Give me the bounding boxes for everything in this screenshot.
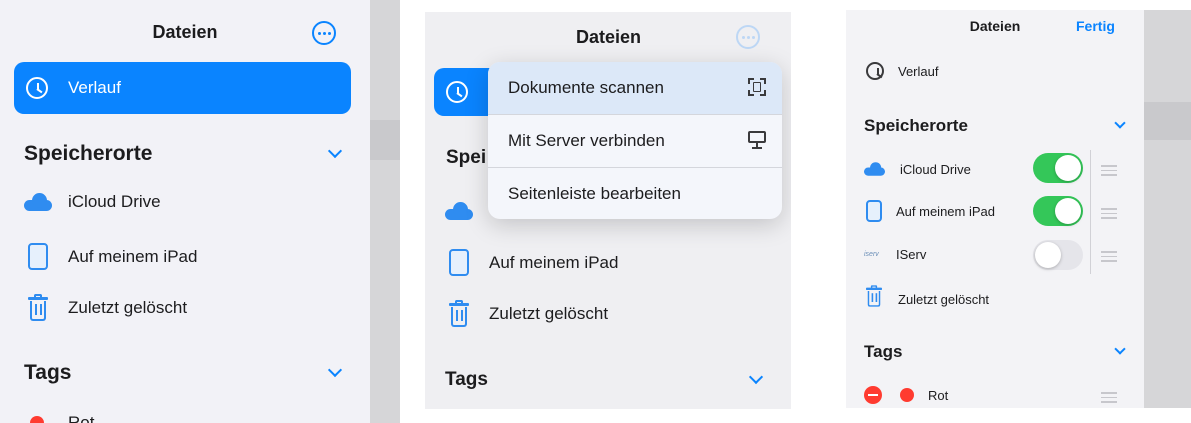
reorder-grip-icon[interactable] (1101, 392, 1117, 403)
scan-document-icon (748, 78, 766, 96)
divider (1090, 150, 1091, 274)
sidebar-item-tag-red[interactable]: Rot (30, 413, 94, 423)
clock-icon (446, 81, 468, 103)
sidebar: Dateien Spei Auf meinem iPad Zuletzt gel… (425, 12, 791, 409)
section-header-locations: Spei (446, 147, 487, 168)
clock-icon (866, 62, 884, 80)
reorder-grip-icon[interactable] (1101, 208, 1117, 219)
sidebar-item-recently-deleted[interactable]: Zuletzt gelöscht (866, 285, 990, 312)
sidebar-item-recents[interactable]: Verlauf (14, 62, 351, 114)
red-tag-dot-icon (30, 416, 44, 423)
sidebar-item-on-my-ipad[interactable]: Auf meinem iPad (449, 249, 618, 276)
chevron-down-icon[interactable] (327, 143, 343, 159)
sidebar-item-recently-deleted[interactable]: Zuletzt gelöscht (449, 300, 609, 327)
sidebar-item-on-my-ipad[interactable]: Auf meinem iPad (866, 200, 995, 222)
trash-icon (28, 294, 48, 321)
section-header-locations: Speicherorte (864, 116, 968, 135)
sidebar-item-recents[interactable]: Verlauf (866, 62, 938, 80)
context-menu: Dokumente scannen Mit Server verbinden S… (488, 62, 782, 219)
cloud-icon (24, 193, 52, 211)
sidebar-item-icloud-drive[interactable]: iCloud Drive (24, 192, 161, 212)
content-area (1144, 10, 1191, 408)
section-header-tags: Tags (864, 342, 903, 361)
sidebar-item-label: Auf meinem iPad (68, 246, 198, 266)
toggle-on-my-ipad[interactable] (1033, 196, 1083, 226)
sidebar-item-icloud-drive[interactable] (445, 202, 473, 220)
sidebar-item-label: Verlauf (898, 63, 939, 79)
menu-item-scan-documents[interactable]: Dokumente scannen (488, 62, 782, 114)
sidebar-item-label: Auf meinem iPad (489, 252, 619, 272)
ipad-icon (28, 243, 48, 270)
menu-item-label: Dokumente scannen (508, 78, 664, 97)
ellipsis-icon (317, 31, 331, 35)
sidebar-item-icloud-drive[interactable]: iCloud Drive (864, 160, 971, 178)
sidebar-item-iserv[interactable]: iserv IServ (864, 247, 926, 262)
panel-sidebar-default: Dateien Verlauf Speicherorte iCloud Driv… (0, 0, 400, 423)
sidebar-item-label: Auf meinem iPad (896, 203, 995, 219)
clock-icon (26, 77, 48, 99)
monitor-icon (748, 131, 766, 149)
red-tag-dot-icon (900, 388, 914, 402)
cloud-icon (864, 162, 885, 176)
ipad-icon (866, 200, 882, 222)
panel-sidebar-menu-open: Dateien Spei Auf meinem iPad Zuletzt gel… (425, 12, 791, 409)
sidebar-item-label: iCloud Drive (68, 192, 161, 211)
toggle-iserv[interactable] (1033, 240, 1083, 270)
toggle-icloud-drive[interactable] (1033, 153, 1083, 183)
menu-item-label: Seitenleiste bearbeiten (508, 184, 681, 203)
sidebar-item-recently-deleted[interactable]: Zuletzt gelöscht (28, 294, 188, 321)
content-area (370, 0, 400, 423)
ellipsis-icon (741, 35, 755, 39)
done-button[interactable]: Fertig (1076, 18, 1115, 34)
section-header-locations: Speicherorte (24, 142, 153, 165)
trash-icon (449, 300, 469, 327)
sidebar-item-label: IServ (896, 247, 927, 262)
section-header-tags: Tags (24, 361, 72, 384)
sidebar-item-label: Rot (928, 387, 949, 403)
content-highlight (370, 120, 400, 160)
sidebar: Dateien Verlauf Speicherorte iCloud Driv… (0, 0, 370, 423)
more-options-button[interactable] (312, 21, 336, 45)
remove-icon[interactable] (864, 386, 882, 404)
cloud-icon (445, 202, 473, 220)
sidebar-item-label: Zuletzt gelöscht (68, 298, 188, 317)
trash-icon (866, 285, 882, 307)
sidebar-item-label: iCloud Drive (900, 161, 971, 177)
iserv-logo-icon: iserv (864, 251, 879, 258)
menu-item-connect-server[interactable]: Mit Server verbinden (488, 115, 782, 167)
reorder-grip-icon[interactable] (1101, 251, 1117, 262)
reorder-grip-icon[interactable] (1101, 165, 1117, 176)
sidebar-item-on-my-ipad[interactable]: Auf meinem iPad (28, 243, 197, 270)
sidebar-item-label: Verlauf (68, 78, 121, 97)
chevron-down-icon[interactable] (748, 369, 764, 385)
sidebar-item-label: Rot (68, 413, 95, 423)
content-highlight (1144, 102, 1191, 140)
sidebar-item-tag-red[interactable]: Rot (864, 386, 948, 404)
menu-item-label: Mit Server verbinden (508, 131, 665, 150)
chevron-down-icon[interactable] (327, 362, 343, 378)
sidebar-item-label: Zuletzt gelöscht (489, 304, 609, 323)
sidebar-item-label: Zuletzt gelöscht (898, 291, 990, 307)
section-header-tags: Tags (445, 369, 488, 390)
menu-item-edit-sidebar[interactable]: Seitenleiste bearbeiten (488, 168, 782, 219)
ipad-icon (449, 249, 469, 276)
more-options-button[interactable] (736, 25, 760, 49)
panel-sidebar-edit-mode: Dateien Fertig Verlauf Speicherorte iClo… (820, 10, 1191, 408)
